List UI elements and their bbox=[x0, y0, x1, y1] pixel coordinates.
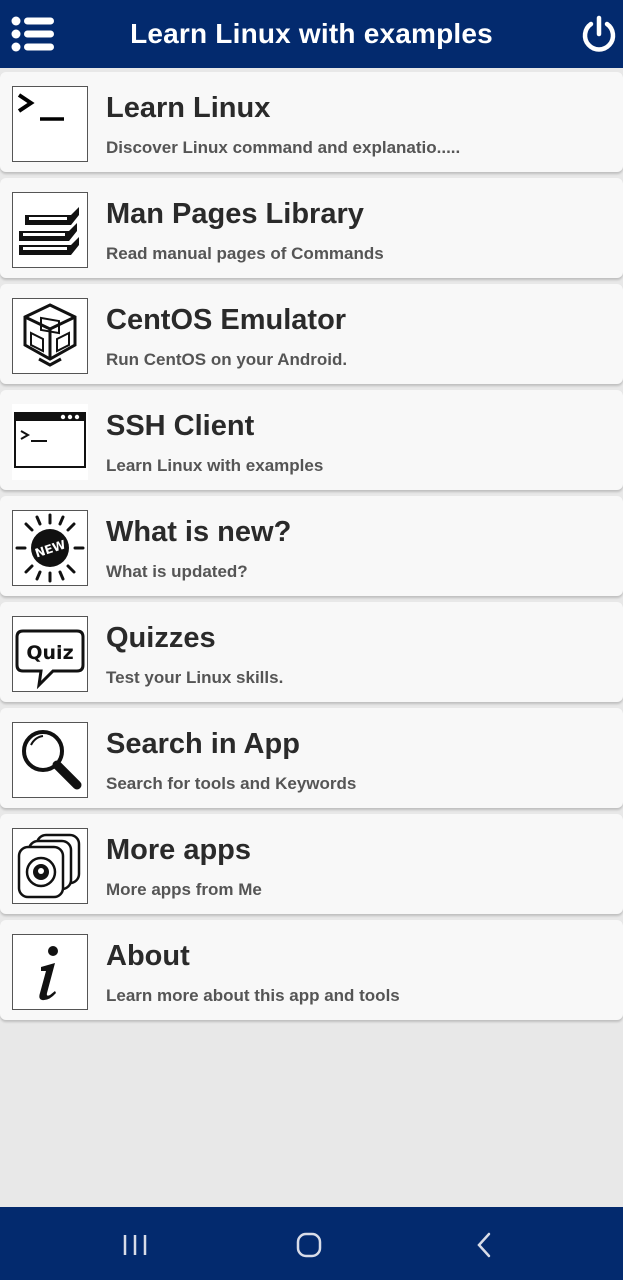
item-title: About bbox=[106, 940, 190, 972]
menu-item-ssh-client[interactable]: SSH Client Learn Linux with examples bbox=[0, 390, 623, 490]
info-icon bbox=[12, 934, 88, 1010]
new-badge-icon: NEW bbox=[12, 510, 88, 586]
item-subtitle: Discover Linux command and explanatio...… bbox=[106, 138, 461, 157]
menu-item-quizzes[interactable]: Quiz Quizzes Test your Linux skills. bbox=[0, 602, 623, 702]
back-button[interactable] bbox=[464, 1225, 504, 1265]
books-stack-icon bbox=[12, 192, 88, 268]
item-subtitle: Test your Linux skills. bbox=[106, 668, 284, 687]
item-subtitle: Learn more about this app and tools bbox=[106, 986, 400, 1005]
home-button[interactable] bbox=[289, 1225, 329, 1265]
menu-button[interactable] bbox=[10, 14, 56, 54]
item-subtitle: Search for tools and Keywords bbox=[106, 774, 357, 793]
item-title: Quizzes bbox=[106, 622, 216, 654]
magnifier-icon bbox=[12, 722, 88, 798]
menu-item-about[interactable]: About Learn more about this app and tool… bbox=[0, 920, 623, 1020]
terminal-window-icon bbox=[12, 404, 88, 480]
item-subtitle: Learn Linux with examples bbox=[106, 456, 324, 475]
virtual-box-icon bbox=[12, 298, 88, 374]
item-subtitle: More apps from Me bbox=[106, 880, 262, 899]
item-subtitle: What is updated? bbox=[106, 562, 248, 581]
list-menu-icon bbox=[11, 16, 54, 52]
app-title: Learn Linux with examples bbox=[130, 18, 493, 49]
svg-text:Quiz: Quiz bbox=[26, 642, 73, 664]
item-title: Man Pages Library bbox=[106, 198, 364, 230]
item-title: Learn Linux bbox=[106, 92, 271, 124]
home-icon bbox=[296, 1232, 322, 1258]
item-subtitle: Run CentOS on your Android. bbox=[106, 350, 348, 369]
terminal-prompt-icon bbox=[12, 86, 88, 162]
menu-item-more-apps[interactable]: More apps More apps from Me bbox=[0, 814, 623, 914]
recent-apps-icon bbox=[123, 1235, 147, 1255]
back-icon bbox=[477, 1232, 491, 1258]
menu-list: Learn Linux Discover Linux command and e… bbox=[0, 72, 623, 1026]
menu-item-man-pages-library[interactable]: Man Pages Library Read manual pages of C… bbox=[0, 178, 623, 278]
app-cards-icon bbox=[12, 828, 88, 904]
power-icon bbox=[582, 15, 616, 52]
item-title: Search in App bbox=[106, 728, 300, 760]
menu-item-centos-emulator[interactable]: CentOS Emulator Run CentOS on your Andro… bbox=[0, 284, 623, 384]
menu-item-learn-linux[interactable]: Learn Linux Discover Linux command and e… bbox=[0, 72, 623, 172]
quiz-bubble-icon: Quiz bbox=[12, 616, 88, 692]
menu-item-search-in-app[interactable]: Search in App Search for tools and Keywo… bbox=[0, 708, 623, 808]
menu-item-what-is-new[interactable]: NEW What is new? What is updated? bbox=[0, 496, 623, 596]
app-bar: Learn Linux with examples bbox=[0, 0, 623, 68]
recents-button[interactable] bbox=[115, 1225, 155, 1265]
item-title: SSH Client bbox=[106, 410, 255, 442]
system-nav-bar bbox=[0, 1207, 623, 1280]
item-title: What is new? bbox=[106, 516, 292, 548]
power-button[interactable] bbox=[579, 13, 619, 55]
item-title: More apps bbox=[106, 834, 252, 866]
item-title: CentOS Emulator bbox=[106, 304, 347, 336]
item-subtitle: Read manual pages of Commands bbox=[106, 244, 384, 263]
